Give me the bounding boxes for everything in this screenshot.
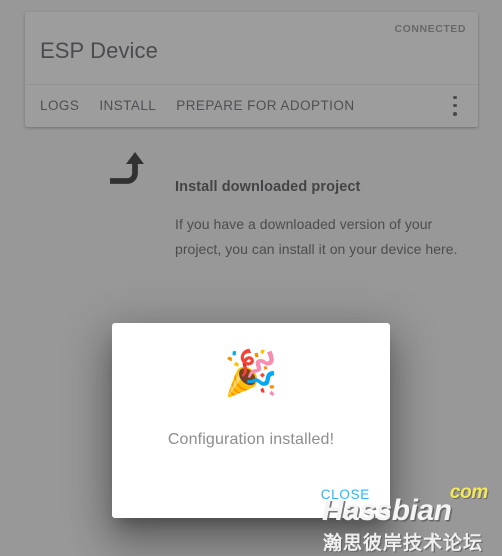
- dialog-actions: CLOSE: [313, 481, 378, 508]
- dialog-message: Configuration installed!: [167, 431, 335, 448]
- configuration-installed-dialog: 🎉 Configuration installed! CLOSE: [112, 323, 390, 518]
- close-button[interactable]: CLOSE: [313, 481, 378, 508]
- party-popper-icon: 🎉: [223, 349, 279, 398]
